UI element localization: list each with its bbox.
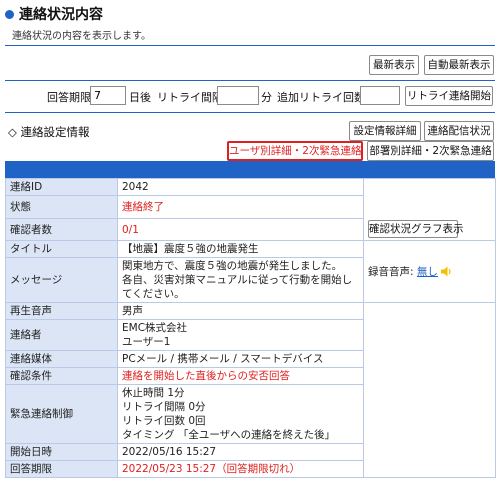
deadline-days-input[interactable]	[90, 86, 126, 105]
confirmed-label: 確認者数	[5, 218, 118, 241]
emergency-line: タイミング 「全ユーザへの連絡を終えた後」	[122, 429, 336, 441]
status-label: 状態	[5, 195, 118, 219]
retry-interval-input[interactable]	[217, 86, 259, 105]
message-label: メッセージ	[5, 257, 118, 303]
emergency-value: 休止時間 1分 リトライ間隔 0分 リトライ回数 0回 タイミング 「全ユーザへ…	[117, 384, 364, 444]
page-subtitle: 連絡状況の内容を表示します。	[12, 31, 151, 42]
table-header-bar	[5, 161, 495, 178]
recorded-audio-label: 録音音声:	[368, 265, 414, 278]
voice-value: 男声	[117, 302, 364, 320]
message-line: 関東地方で、震度５強の地震が発生しました。	[122, 260, 343, 272]
answer-deadline-label: 回答期限	[5, 460, 118, 478]
start-value: 2022/05/16 15:27	[117, 443, 364, 461]
voice-label: 再生音声	[5, 302, 118, 320]
retry-interval-label: リトライ間隔	[157, 91, 223, 104]
message-value: 関東地方で、震度５強の地震が発生しました。 各自、災害対策マニュアルに従って行動…	[117, 257, 364, 303]
side-cell: 確認状況グラフ表示	[363, 178, 496, 241]
audio-none-link[interactable]: 無し	[417, 266, 438, 278]
latest-button[interactable]: 最新表示	[369, 55, 419, 75]
speaker-icon[interactable]	[441, 266, 453, 277]
settings-detail-button[interactable]: 設定情報詳細	[349, 121, 421, 141]
user-detail-button[interactable]: ユーザ別詳細・2次緊急連絡	[227, 141, 363, 161]
section-title: ◇ 連絡設定情報	[8, 125, 90, 139]
answer-deadline-value: 2022/05/23 15:27（回答期限切れ）	[117, 460, 364, 478]
media-label: 連絡媒体	[5, 350, 118, 368]
contact-company: EMC株式会社	[122, 322, 188, 334]
retry-row: 回答期限 日後 リトライ間隔 分 追加リトライ回数 リトライ連絡開始	[5, 82, 495, 110]
divider	[5, 112, 495, 113]
contact-value: EMC株式会社 ユーザー1	[117, 319, 364, 351]
graph-button[interactable]: 確認状況グラフ表示	[368, 220, 464, 238]
deadline-label: 回答期限	[47, 91, 91, 104]
additional-retry-input[interactable]	[360, 86, 400, 105]
subject-value: 【地震】震度５強の地震発生	[117, 240, 364, 258]
contact-user: ユーザー1	[122, 336, 171, 348]
status-value: 連絡終了	[117, 195, 364, 219]
divider	[5, 80, 495, 81]
minutes-label: 分	[261, 91, 272, 104]
info-table: 連絡ID 2042 確認状況グラフ表示 状態 連絡終了 確認者数 0/1 タイト…	[5, 178, 496, 478]
days-after-label: 日後	[129, 91, 151, 104]
id-value: 2042	[117, 178, 364, 196]
dept-detail-button[interactable]: 部署別詳細・2次緊急連絡	[367, 141, 494, 161]
audio-cell: 録音音声: 無し	[363, 240, 496, 303]
emergency-line: リトライ間隔 0分	[122, 401, 206, 413]
contact-label: 連絡者	[5, 319, 118, 351]
bullet-icon	[5, 10, 14, 19]
empty-side-cell	[363, 302, 496, 478]
id-label: 連絡ID	[5, 178, 118, 196]
page-title: 連絡状況内容	[19, 7, 103, 23]
retry-start-button[interactable]: リトライ連絡開始	[405, 86, 493, 106]
additional-retry-label: 追加リトライ回数	[277, 91, 365, 104]
start-label: 開始日時	[5, 443, 118, 461]
emergency-line: リトライ回数 0回	[122, 415, 206, 427]
media-value: PCメール / 携帯メール / スマートデバイス	[117, 350, 364, 368]
emergency-line: 休止時間 1分	[122, 387, 185, 399]
subject-label: タイトル	[5, 240, 118, 258]
emergency-label: 緊急連絡制御	[5, 384, 118, 444]
condition-value: 連絡を開始した直後からの安否回答	[117, 367, 364, 385]
divider	[5, 45, 495, 46]
message-line: 各自、災害対策マニュアルに従って行動を開始してください。	[122, 274, 353, 300]
delivery-status-button[interactable]: 連絡配信状況	[424, 121, 494, 141]
confirmed-value: 0/1	[117, 218, 364, 241]
auto-latest-button[interactable]: 自動最新表示	[424, 55, 494, 75]
condition-label: 確認条件	[5, 367, 118, 385]
page-header: 連絡状況内容 連絡状況の内容を表示します。	[0, 0, 500, 50]
